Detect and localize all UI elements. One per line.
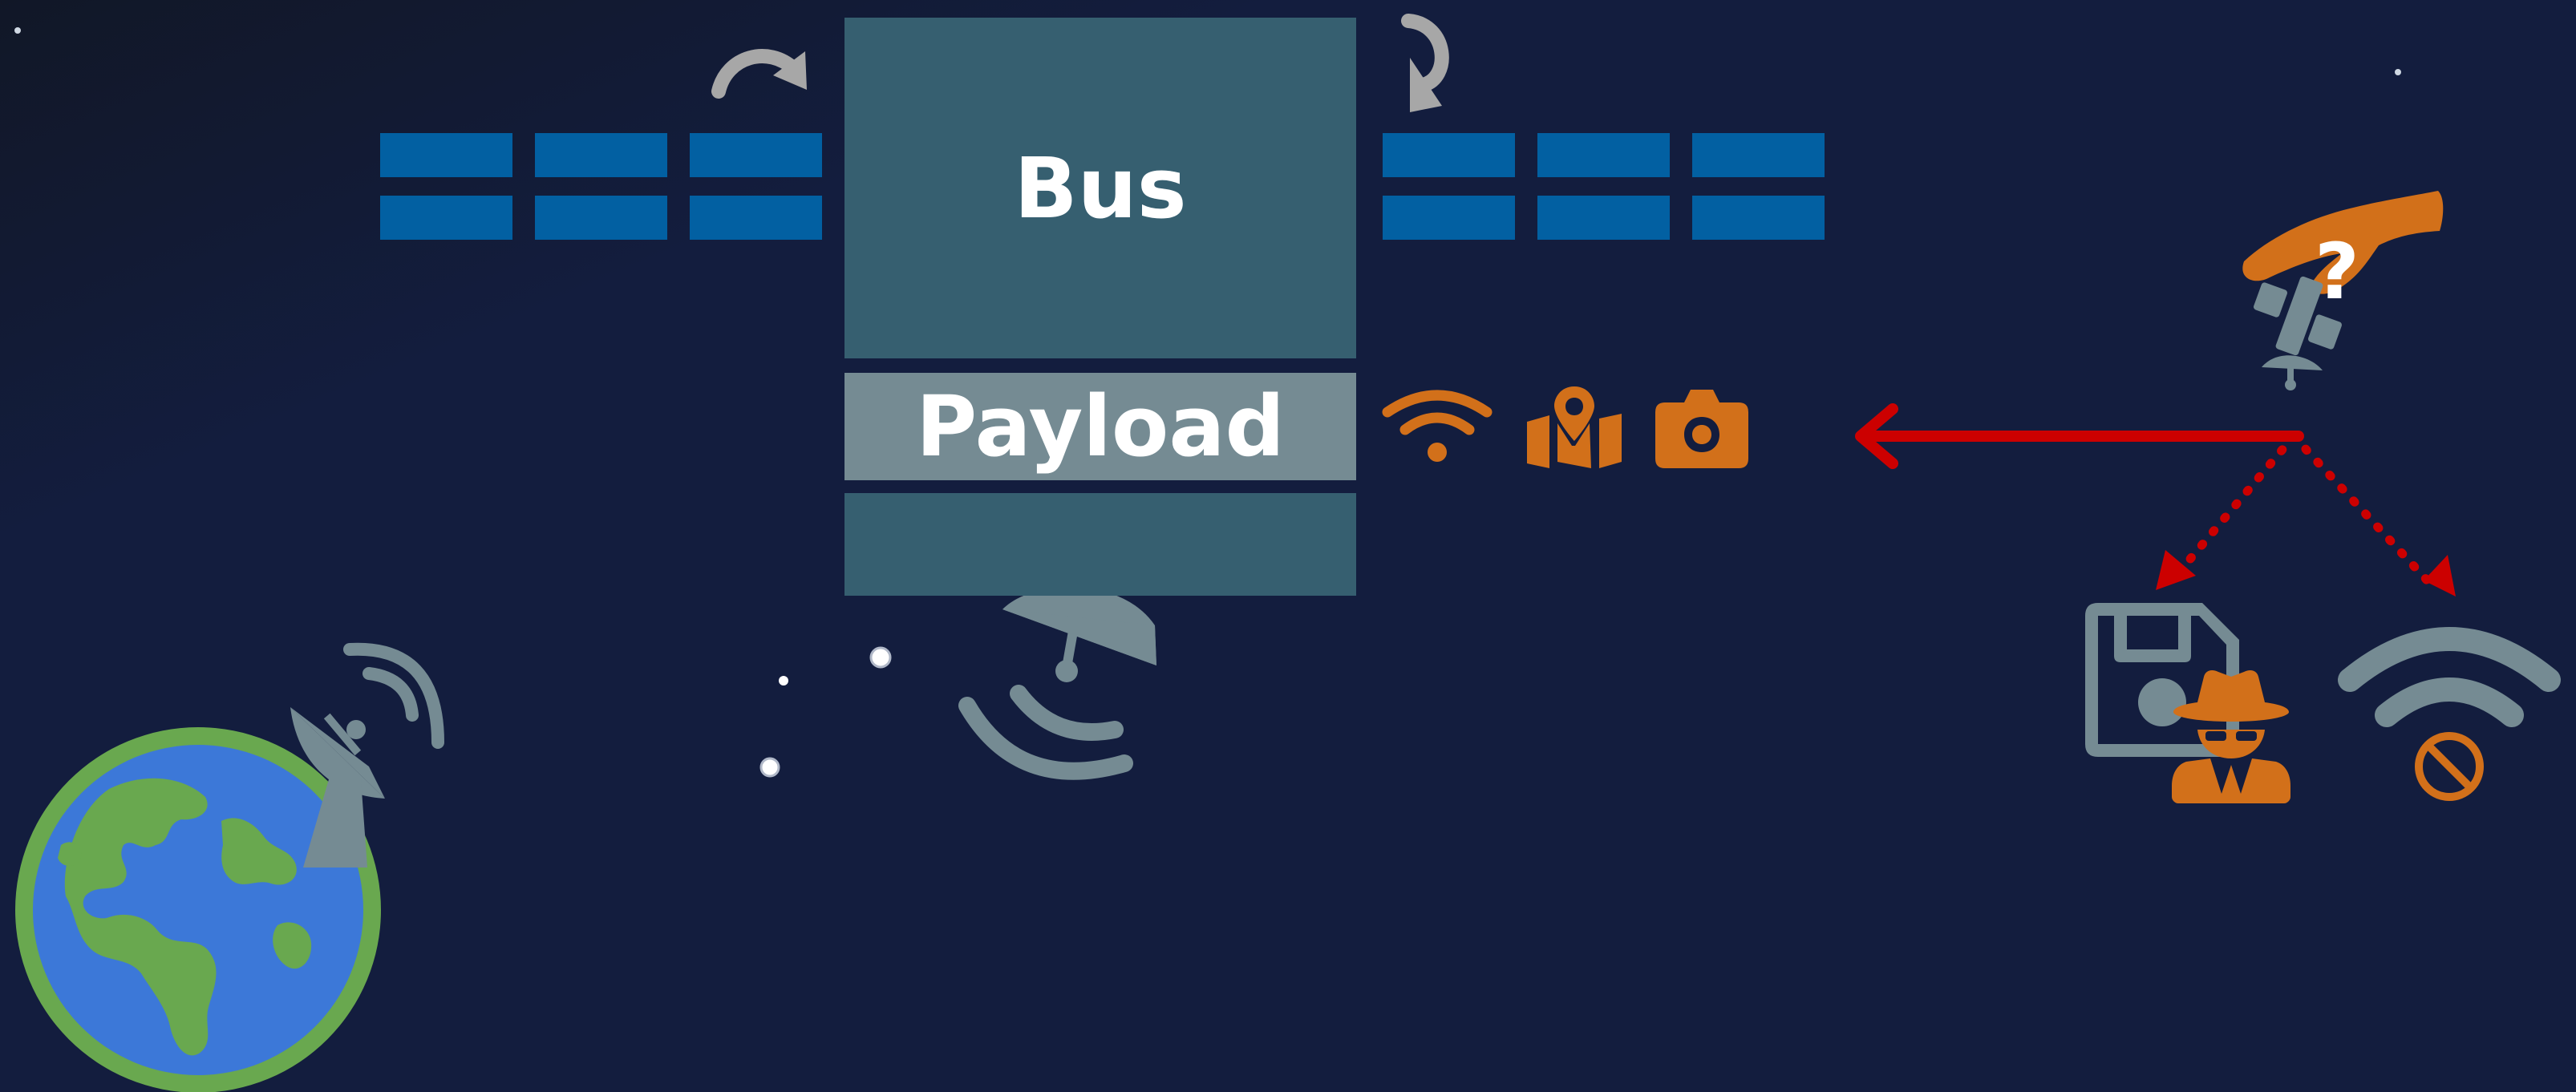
solar-cell [1383,196,1515,240]
diagram-canvas: Bus Payload ? [0,0,2576,1092]
solar-cell [690,133,822,177]
ban-icon [2415,732,2484,801]
satellite-payload: Payload [844,373,1356,480]
satellite-dish-icon [958,587,1156,780]
solar-cell [1383,133,1515,177]
camera-icon [1655,390,1748,468]
rotate-clockwise-arrow-icon [711,49,807,99]
ground-station-dish-icon [290,642,444,868]
question-mark: ? [2315,227,2359,317]
bus-label: Bus [1014,139,1187,237]
solar-cell [1692,133,1825,177]
solar-cell [1537,196,1670,240]
spy-icon [2172,670,2290,803]
rotate-down-arrow-icon [1401,14,1449,112]
star [869,646,892,669]
threat-branch-arrows [2156,431,2456,597]
star [2395,69,2401,75]
solar-cell [380,196,512,240]
wifi-icon [1382,390,1493,462]
star [14,27,21,34]
solar-cell [535,133,667,177]
solar-cell [690,196,822,240]
solar-cell [535,196,667,240]
solar-cell [1537,133,1670,177]
map-icon [1527,386,1622,468]
star [779,676,788,686]
satellite-bus: Bus [844,18,1356,358]
satellite-base [844,493,1356,596]
star [759,757,780,778]
wifi-icon [2338,627,2561,727]
payload-label: Payload [916,378,1285,475]
solar-cell [380,133,512,177]
solar-cell [1692,196,1825,240]
